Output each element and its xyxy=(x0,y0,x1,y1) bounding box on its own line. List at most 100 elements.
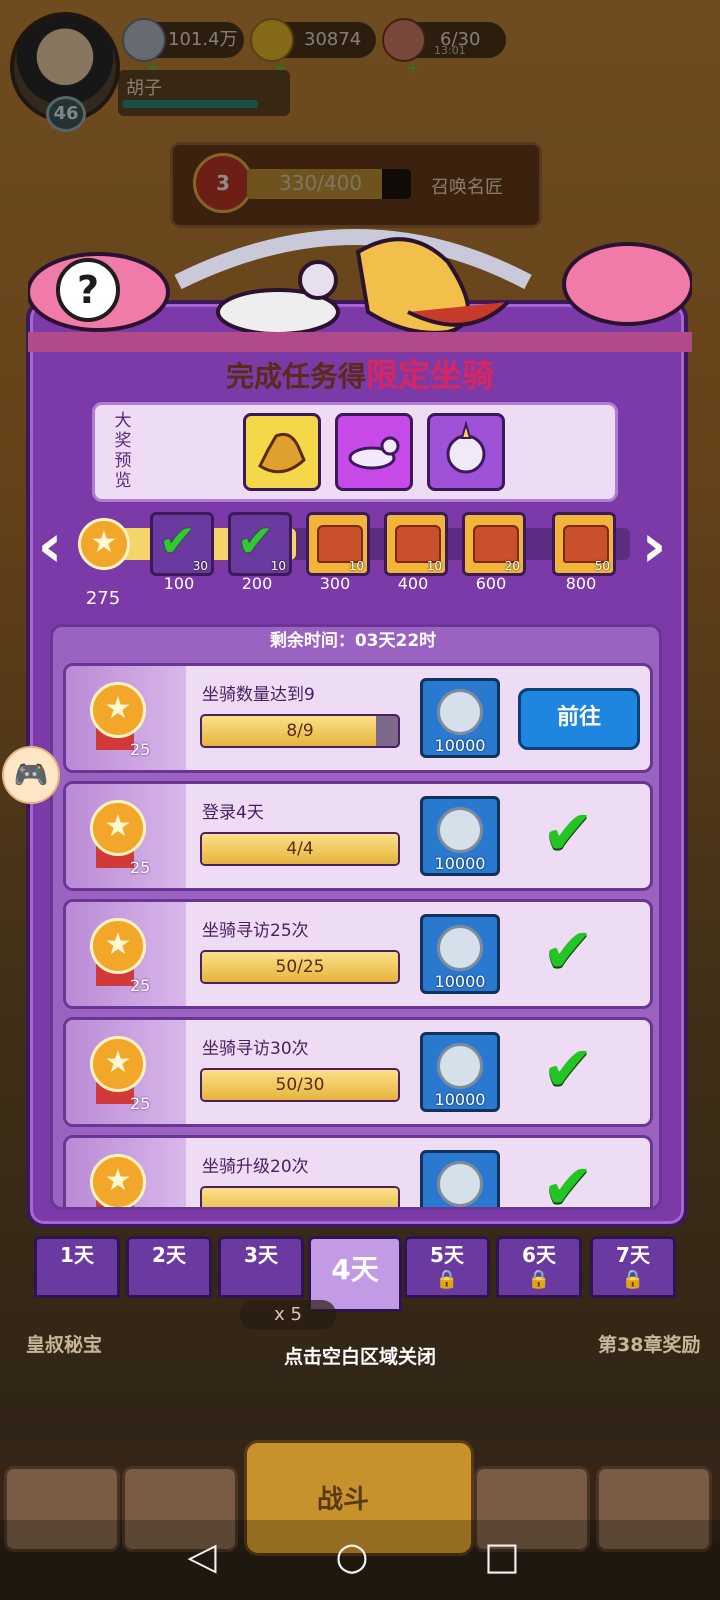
dragon-icon xyxy=(258,432,306,474)
milestone-count: 50 xyxy=(594,559,610,573)
task-medal-area: ★ 25 xyxy=(66,1020,186,1124)
milestone-reward-6[interactable]: 50 xyxy=(552,512,616,576)
silver-coin-icon xyxy=(437,925,483,971)
day-tab-5[interactable]: 5天 🔒 xyxy=(404,1236,490,1298)
go-button[interactable]: 前往 xyxy=(518,688,640,750)
day-tab-label: 6天 xyxy=(522,1243,556,1267)
milestone-count: 10 xyxy=(270,559,286,573)
silver-coin-icon xyxy=(437,1043,483,1089)
task-progress-text: 50/25 xyxy=(275,957,325,977)
day-tab-3[interactable]: 3天 xyxy=(218,1236,304,1298)
task-progress-fill xyxy=(202,1188,398,1207)
task-progress-text: 8/9 xyxy=(286,721,314,741)
milestone-points: 100 xyxy=(163,574,195,593)
milestone-count: 10 xyxy=(426,559,442,573)
milestone-points: 200 xyxy=(241,574,273,593)
milestone-points: 800 xyxy=(565,574,597,593)
reward-amount: 10000 xyxy=(434,1090,486,1109)
star-medal-icon: ★ xyxy=(90,1036,146,1092)
task-progress-text: 4/4 xyxy=(286,839,314,859)
task-reward[interactable]: 10000 xyxy=(420,678,500,758)
reward-amount: 10000 xyxy=(434,854,486,873)
prize-unicorn-portrait[interactable] xyxy=(427,413,505,491)
task-reward[interactable]: 10000 xyxy=(420,796,500,876)
reward-amount: 10000 xyxy=(423,1208,497,1210)
completed-check-icon: ✔ xyxy=(542,1032,594,1105)
task-row: ★25 坐骑升级20次 10000 ✔ xyxy=(63,1135,653,1210)
task-row: ★ 25 坐骑数量达到9 8/9 10000 前往 xyxy=(63,663,653,773)
chest-icon xyxy=(317,525,363,563)
prize-dragon-boat[interactable] xyxy=(243,413,321,491)
milestone-count: 10 xyxy=(348,559,364,573)
milestone-reward-1[interactable]: ✔ 30 xyxy=(150,512,214,576)
remaining-time: 剩余时间：03天22时 xyxy=(269,631,437,651)
track-prev-arrow[interactable]: ‹ xyxy=(30,516,70,576)
task-progress-bar: 4/4 xyxy=(200,832,400,866)
gamepad-icon[interactable]: 🎮 xyxy=(2,746,60,804)
close-hint: 点击空白区域关闭 xyxy=(283,1346,436,1368)
chest-icon xyxy=(563,525,609,563)
milestone-reward-5[interactable]: 20 xyxy=(462,512,526,576)
chest-icon xyxy=(473,525,519,563)
task-progress-bar: 50/30 xyxy=(200,1068,400,1102)
checkmark-icon: ✔ xyxy=(237,516,274,567)
milestone-points: 400 xyxy=(397,574,429,593)
task-medal-area: ★ 25 xyxy=(66,784,186,888)
task-progress-bar: 50/25 xyxy=(200,950,400,984)
task-points: 25 xyxy=(130,858,151,877)
task-reward[interactable]: 10000 xyxy=(420,914,500,994)
star-medal-icon: ★ xyxy=(90,1154,146,1207)
day-tab-7[interactable]: 7天 🔒 xyxy=(590,1236,676,1298)
completed-check-icon: ✔ xyxy=(542,1150,594,1210)
completed-check-icon: ✔ xyxy=(542,796,594,869)
task-medal-area: ★25 xyxy=(66,666,186,770)
milestone-count: 30 xyxy=(192,559,208,573)
back-nav-icon[interactable]: ◁ xyxy=(172,1526,232,1586)
task-points: 25 xyxy=(130,976,151,995)
preview-label: 大奖预览 xyxy=(114,411,132,491)
day-tab-label: 5天 xyxy=(430,1243,464,1267)
task-reward[interactable]: 10000 xyxy=(420,1032,500,1112)
star-medal-icon: ★ xyxy=(90,800,146,856)
milestone-count: 20 xyxy=(504,559,520,573)
unicorn-icon xyxy=(446,420,486,474)
task-title: 坐骑数量达到9 xyxy=(202,685,315,705)
silver-coin-icon xyxy=(437,689,483,735)
silver-coin-icon xyxy=(437,807,483,853)
milestone-reward-3[interactable]: 10 xyxy=(306,512,370,576)
task-row: ★ 25 坐骑寻访30次 50/30 10000 ✔ xyxy=(63,1017,653,1127)
day-tab-6[interactable]: 6天 🔒 xyxy=(496,1236,582,1298)
help-button[interactable]: ? xyxy=(56,258,120,322)
day-tab-1[interactable]: 1天 xyxy=(34,1236,120,1298)
day-tab-label: 4天 xyxy=(331,1253,379,1286)
task-row: ★ 25 坐骑寻访25次 50/25 10000 ✔ xyxy=(63,899,653,1009)
unicorn-float-icon xyxy=(348,436,400,470)
completed-check-icon: ✔ xyxy=(542,914,594,987)
task-points: 25 xyxy=(130,740,151,759)
task-medal-area: ★25 xyxy=(66,1138,186,1207)
task-title: 坐骑升级20次 xyxy=(202,1157,309,1177)
recents-nav-icon[interactable]: □ xyxy=(472,1526,532,1586)
banner-art xyxy=(28,229,692,352)
task-reward[interactable]: 10000 xyxy=(420,1150,500,1210)
prize-unicorn-float[interactable] xyxy=(335,413,413,491)
milestone-points: 300 xyxy=(319,574,351,593)
current-points: 275 xyxy=(85,588,121,609)
task-points: 25 xyxy=(130,1094,151,1113)
track-next-arrow[interactable]: › xyxy=(634,516,674,576)
task-progress-bar xyxy=(200,1186,400,1207)
home-nav-icon[interactable]: ○ xyxy=(322,1526,382,1586)
milestone-reward-2[interactable]: ✔ 10 xyxy=(228,512,292,576)
battle-stamina-cost: x 5 xyxy=(240,1300,336,1330)
headline-highlight: 限定坐骑 xyxy=(366,356,495,394)
star-medal-icon: ★ xyxy=(78,518,130,570)
day-tab-2[interactable]: 2天 xyxy=(126,1236,212,1298)
milestone-reward-4[interactable]: 10 xyxy=(384,512,448,576)
headline-text: 完成任务得 xyxy=(225,360,366,393)
lock-icon: 🔒 xyxy=(621,1269,645,1290)
task-progress-text: 50/30 xyxy=(275,1075,325,1095)
task-list[interactable]: ★ 25 坐骑数量达到9 8/9 10000 前往 ★ 25 登录4天 4/4 10000 ✔ ★ 25 坐… xyxy=(50,624,662,1210)
grand-prize-preview: 大奖预览 xyxy=(92,402,618,502)
task-row: ★ 25 登录4天 4/4 10000 ✔ xyxy=(63,781,653,891)
task-medal-area: ★25 xyxy=(66,902,186,1006)
